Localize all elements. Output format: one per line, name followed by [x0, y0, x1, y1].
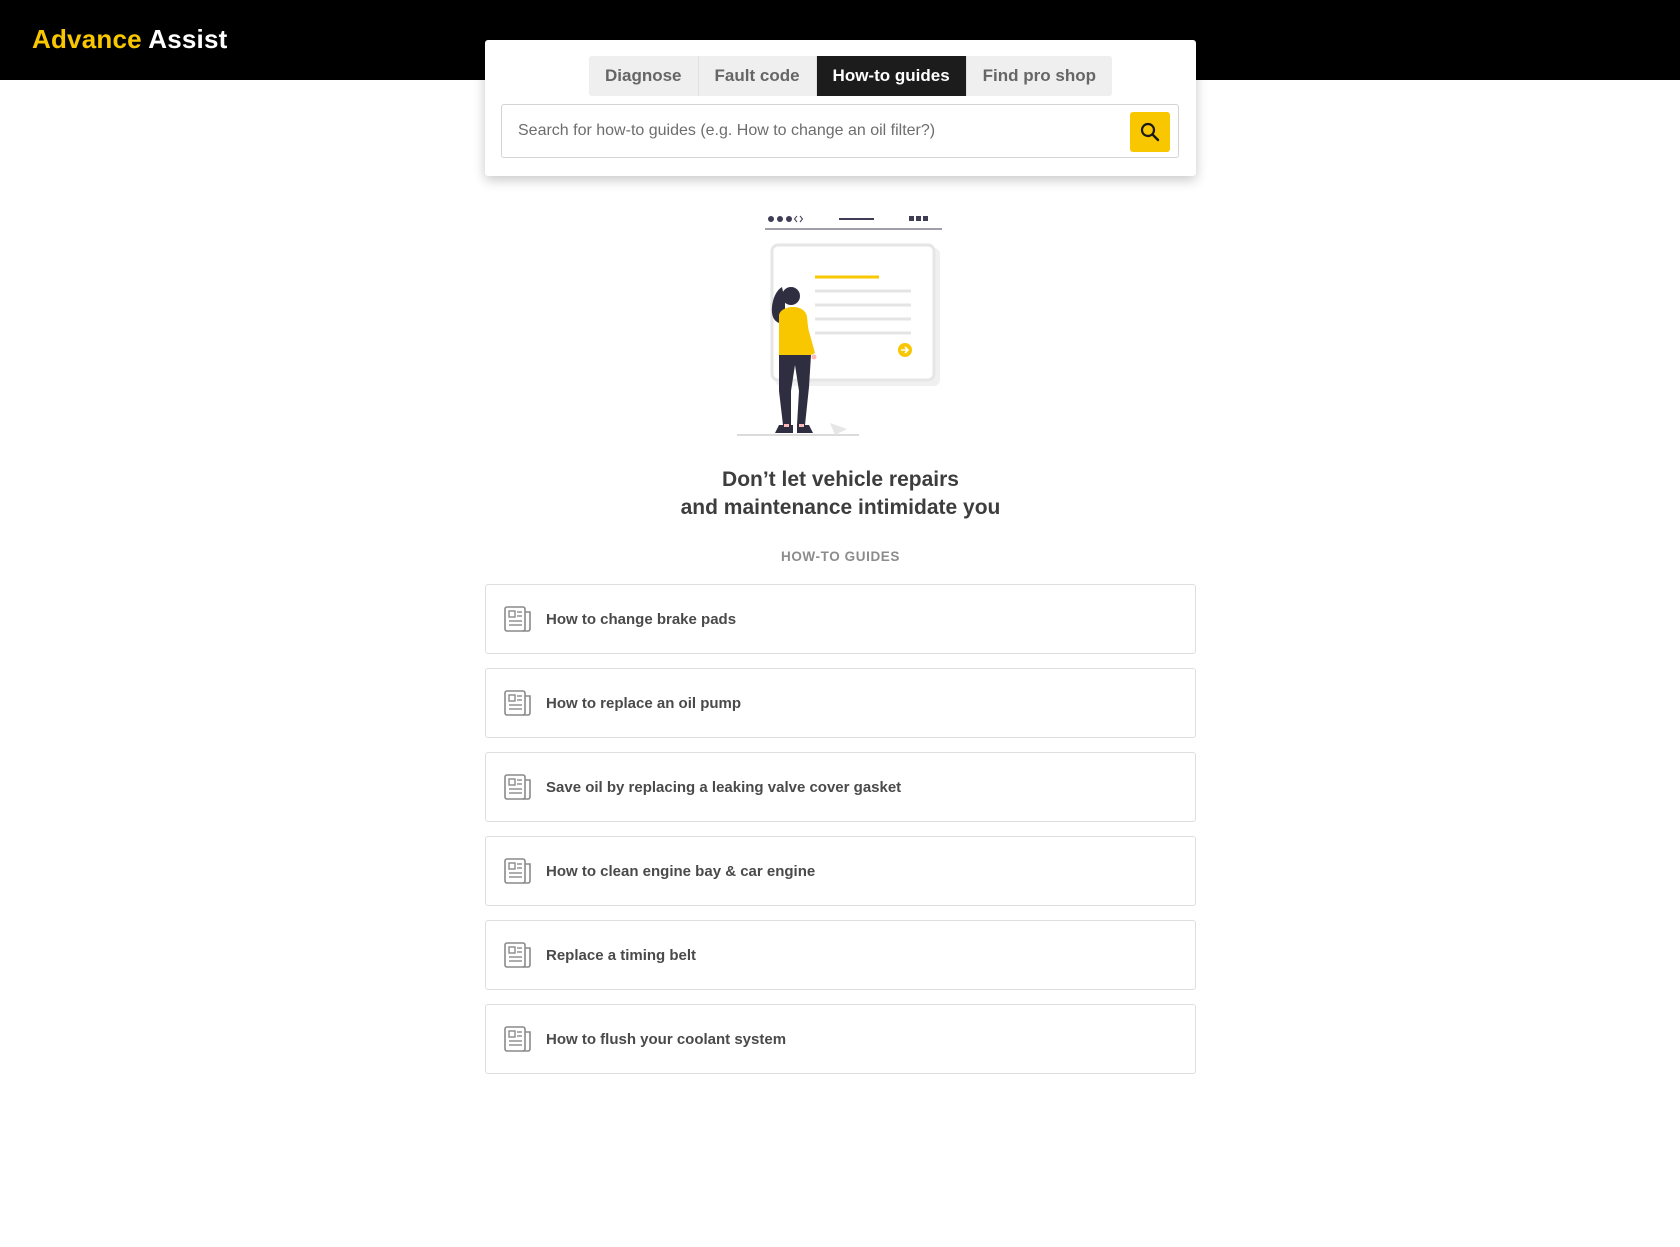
guide-item[interactable]: How to change brake pads	[485, 584, 1196, 654]
hero-headline-line1: Don’t let vehicle repairs	[722, 468, 959, 491]
guide-item-label: How to change brake pads	[546, 610, 737, 628]
search-button[interactable]	[1130, 112, 1170, 152]
section-label: HOW-TO GUIDES	[780, 549, 901, 564]
search-icon	[1140, 122, 1160, 142]
guide-item-label: Save oil by replacing a leaking valve co…	[546, 778, 902, 796]
guide-item[interactable]: Replace a timing belt	[485, 920, 1196, 990]
tab-find-pro-shop[interactable]: Find pro shop	[967, 56, 1112, 96]
guide-item-label: How to clean engine bay & car engine	[546, 862, 816, 880]
search-input[interactable]	[502, 105, 1144, 157]
tab-how-to-guides[interactable]: How-to guides	[816, 56, 967, 96]
hero-headline-line2: and maintenance intimidate you	[680, 496, 1001, 519]
brand-logo-part1: Advance	[32, 24, 142, 54]
article-icon	[504, 774, 531, 800]
guide-item-label: Replace a timing belt	[546, 946, 697, 964]
search-card: Diagnose Fault code How-to guides Find p…	[485, 40, 1196, 176]
article-icon	[504, 858, 531, 884]
guide-item-label: How to flush your coolant system	[546, 1030, 787, 1048]
guide-item[interactable]: How to clean engine bay & car engine	[485, 836, 1196, 906]
brand-logo-part2: Assist	[148, 24, 228, 54]
tab-diagnose[interactable]: Diagnose	[589, 56, 699, 96]
guide-list: How to change brake pads How to replace …	[485, 584, 1196, 1088]
brand-logo[interactable]: Advance Assist	[32, 24, 228, 55]
guide-item-label: How to replace an oil pump	[546, 694, 742, 712]
tab-bar: Diagnose Fault code How-to guides Find p…	[589, 56, 1112, 96]
article-icon	[504, 606, 531, 632]
tab-fault-code[interactable]: Fault code	[699, 56, 817, 96]
hero-headline: Don’t let vehicle repairs and maintenanc…	[485, 466, 1196, 522]
search-field-container	[501, 104, 1179, 158]
guide-item[interactable]: Save oil by replacing a leaking valve co…	[485, 752, 1196, 822]
woman-reading-guide-illustration	[737, 215, 942, 436]
article-icon	[504, 1026, 531, 1052]
article-icon	[504, 690, 531, 716]
article-icon	[504, 942, 531, 968]
guide-item[interactable]: How to flush your coolant system	[485, 1004, 1196, 1074]
guide-item[interactable]: How to replace an oil pump	[485, 668, 1196, 738]
